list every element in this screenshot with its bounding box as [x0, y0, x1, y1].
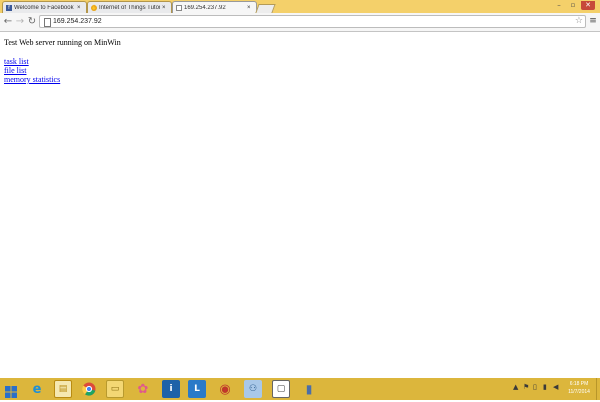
windows-taskbar: e ▤ ▭ ✿ i L ◉ ⚇ ▢ ▮ ▲ ⚑ ▯ ▮ ◀ 6:18 PM 11… [0, 378, 600, 400]
windows-logo-icon [5, 386, 17, 398]
ie-icon[interactable]: e [28, 380, 46, 398]
volume-icon[interactable]: ◀ [553, 383, 558, 391]
window-icon[interactable]: ▢ [272, 380, 290, 398]
show-hidden-icons-icon[interactable]: ▲ [513, 383, 518, 391]
network-icon[interactable]: ⚇ [244, 380, 262, 398]
close-window-button[interactable]: ✕ [581, 1, 595, 10]
lync-icon[interactable]: L [188, 380, 206, 398]
page-content: Test Web server running on MinWin task l… [4, 38, 121, 84]
tab-internet-of-things[interactable]: ✋ Internet of Things Tutoria × [87, 1, 172, 13]
address-bar[interactable]: 169.254.237.92 ☆ [39, 15, 586, 28]
system-clock[interactable]: 6:18 PM 11/7/2014 [564, 380, 594, 396]
memory-statistics-link[interactable]: memory statistics [4, 75, 121, 84]
page-icon [176, 4, 182, 11]
close-icon[interactable]: × [247, 5, 253, 11]
minimize-button[interactable]: – [553, 1, 565, 10]
close-icon[interactable]: × [77, 5, 83, 11]
clock-time: 6:18 PM [569, 381, 589, 387]
tab-facebook[interactable]: f Welcome to Facebook - L × [2, 1, 87, 13]
new-tab-button[interactable] [255, 4, 276, 13]
clock-date: 11/7/2014 [568, 389, 590, 395]
start-button[interactable] [5, 383, 17, 398]
task-list-link[interactable]: task list [4, 57, 121, 66]
file-list-link[interactable]: file list [4, 66, 121, 75]
facebook-icon: f [6, 4, 12, 11]
tab-label: 169.254.237.92 [184, 4, 226, 11]
chrome-logo-icon [82, 382, 96, 396]
device-icon[interactable]: ▮ [300, 380, 318, 398]
close-icon[interactable]: × [162, 5, 168, 11]
address-text[interactable]: 169.254.237.92 [53, 16, 102, 27]
photos-icon[interactable]: ✿ [134, 380, 152, 398]
restore-button[interactable]: ▫ [567, 1, 579, 10]
chrome-menu-icon[interactable]: ≡ [589, 16, 597, 26]
page-heading: Test Web server running on MinWin [4, 38, 121, 47]
tab-active-page[interactable]: 169.254.237.92 × [172, 1, 257, 13]
network-status-icon[interactable]: ▮ [543, 383, 547, 391]
media-icon[interactable]: ◉ [216, 380, 234, 398]
show-desktop-button[interactable] [596, 378, 600, 400]
instructables-icon: ✋ [91, 4, 98, 11]
calendar-icon[interactable]: ▤ [54, 380, 72, 398]
browser-toolbar: ← → ↻ 169.254.237.92 ☆ ≡ [0, 13, 600, 32]
file-explorer-icon[interactable]: ▭ [106, 380, 124, 398]
action-center-flag-icon[interactable]: ⚑ [523, 383, 529, 391]
back-button[interactable]: ← [2, 16, 14, 28]
bookmark-star-icon[interactable]: ☆ [575, 16, 583, 27]
power-icon[interactable]: ▯ [533, 383, 537, 391]
page-icon [44, 18, 51, 27]
reload-button[interactable]: ↻ [26, 16, 38, 28]
browser-title-bar: f Welcome to Facebook - L × ✋ Internet o… [0, 0, 600, 13]
intel-icon[interactable]: i [162, 380, 180, 398]
tab-label: Internet of Things Tutoria [99, 4, 160, 11]
chrome-icon[interactable] [80, 380, 98, 398]
forward-button[interactable]: → [14, 16, 26, 28]
tab-label: Welcome to Facebook - L [14, 4, 75, 11]
